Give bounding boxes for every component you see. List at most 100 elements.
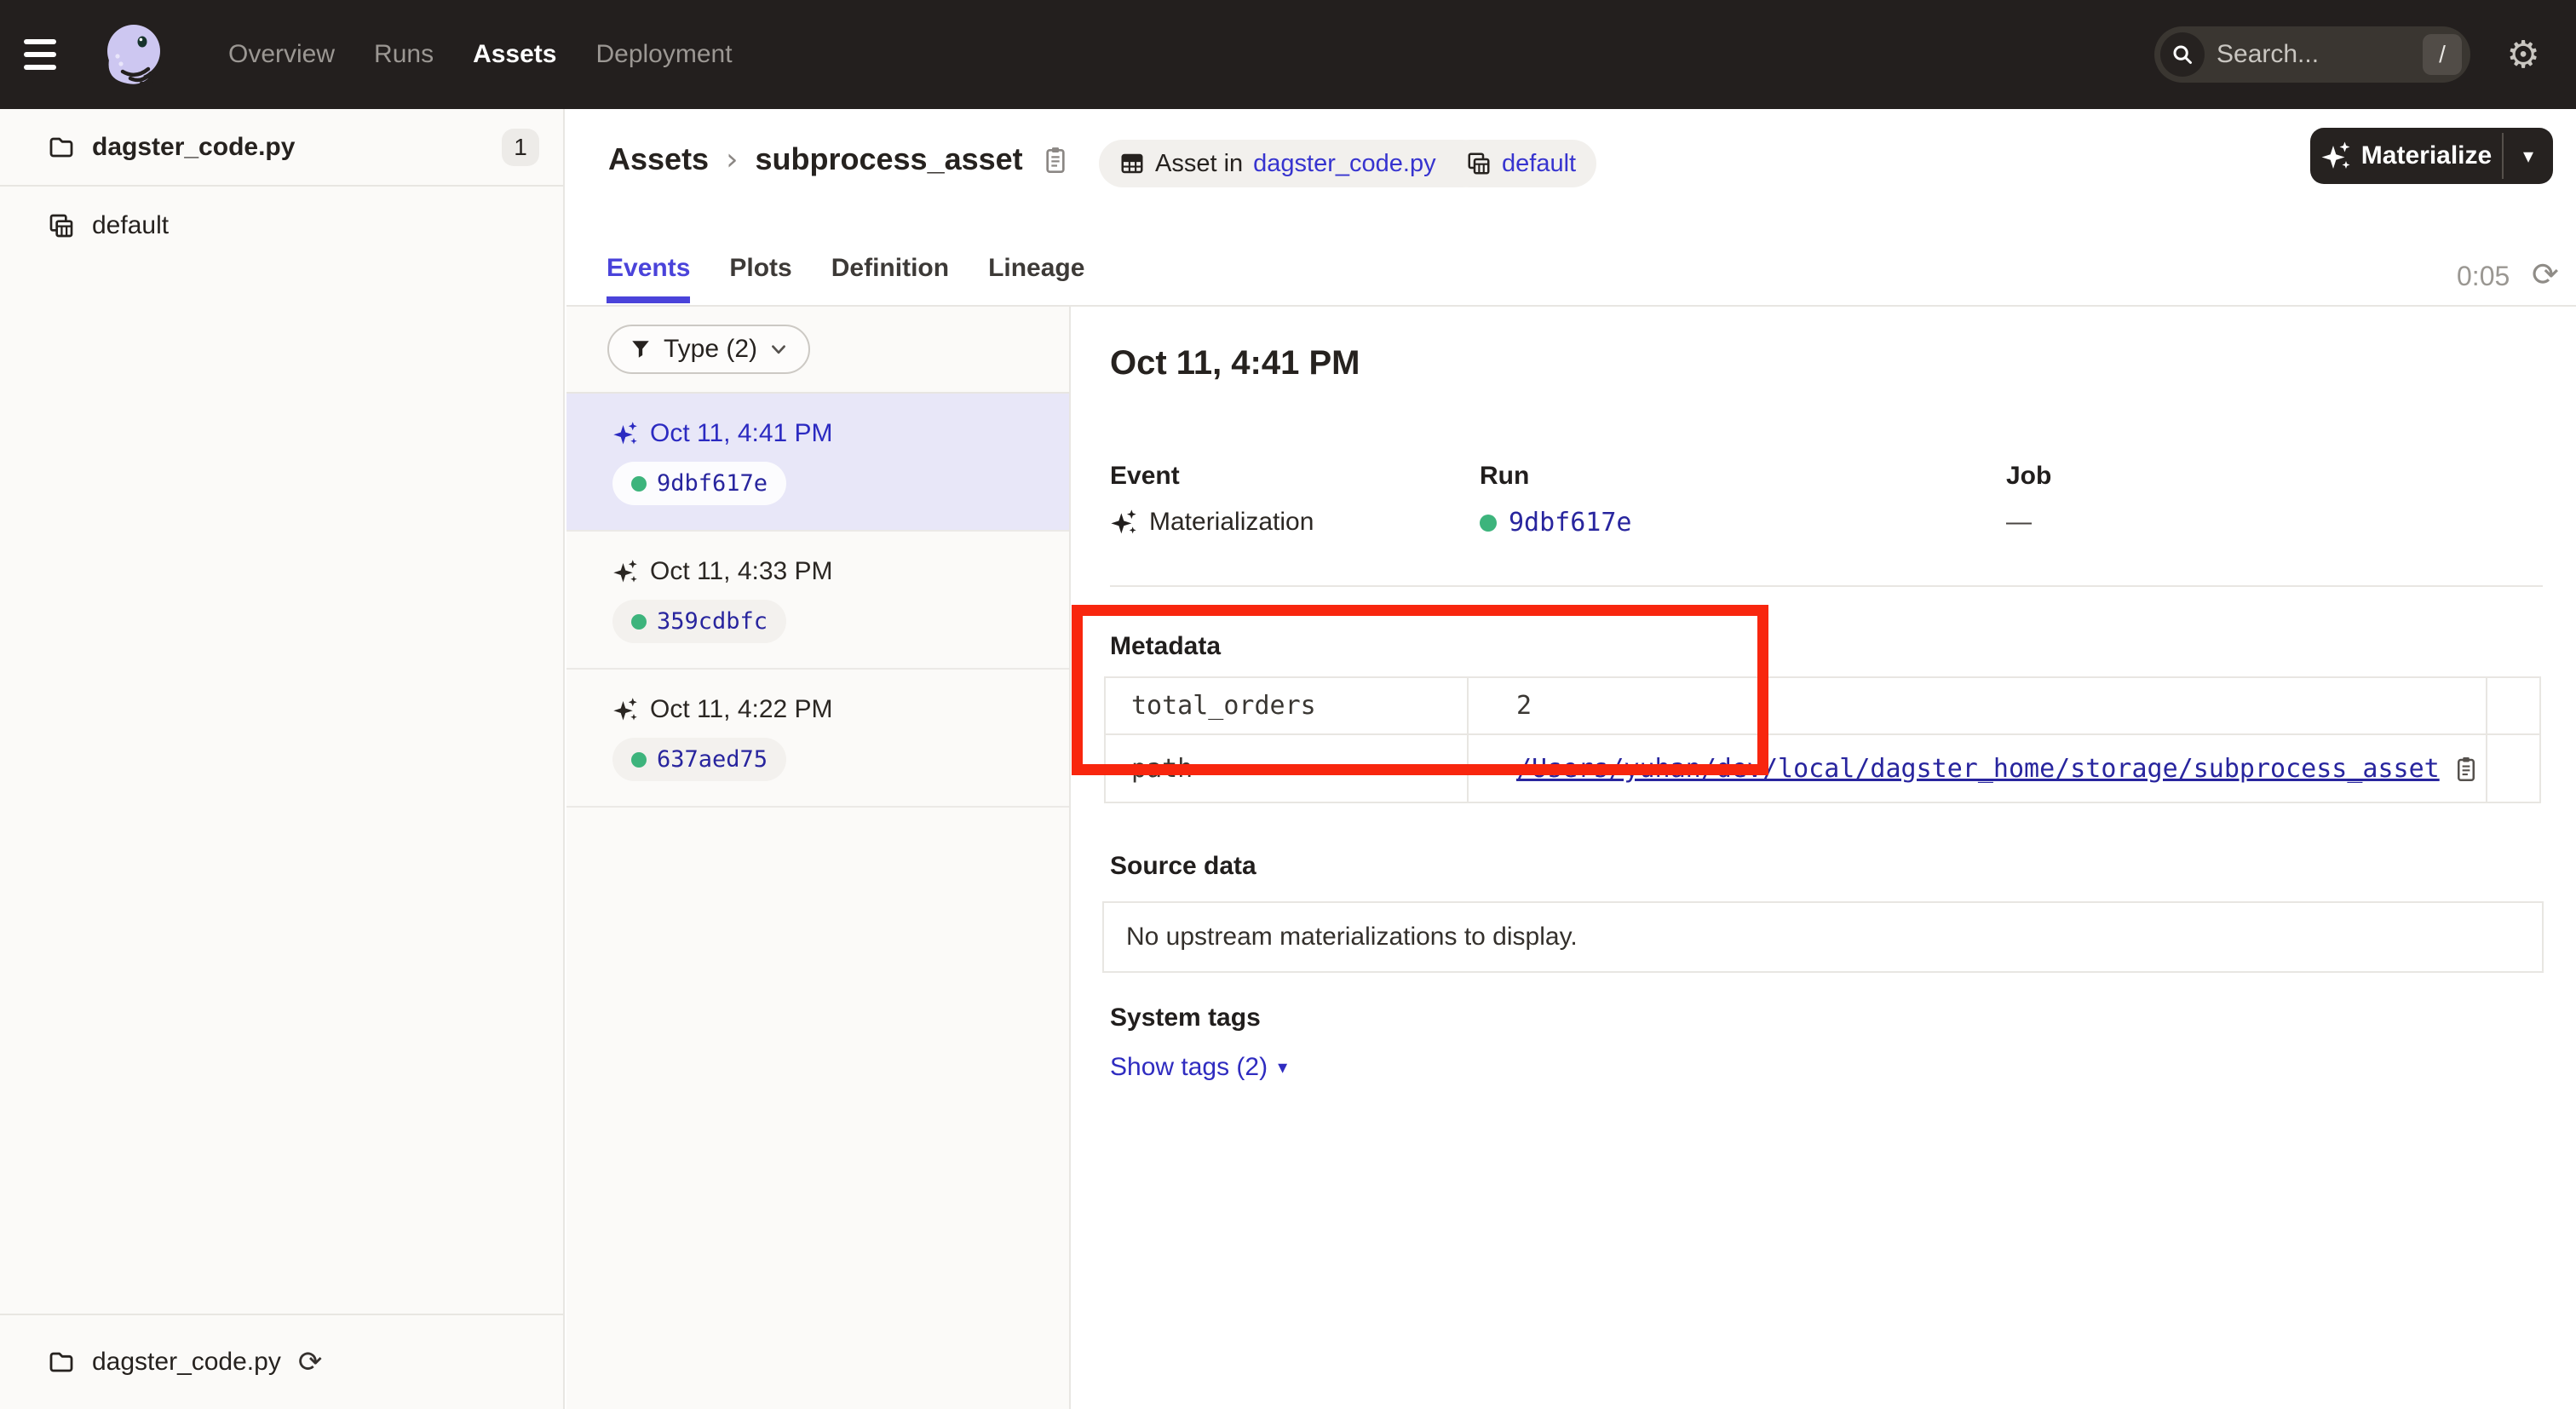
nav-item-overview[interactable]: Overview bbox=[228, 40, 335, 69]
repository-label: default bbox=[92, 211, 169, 240]
source-data-heading: Source data bbox=[1110, 852, 1256, 881]
settings-gear-icon[interactable]: ⚙ bbox=[2470, 33, 2576, 77]
search-icon bbox=[2160, 32, 2205, 77]
metadata-table: total_orders 2 path /Users/yuhan/dev/loc… bbox=[1104, 676, 2541, 803]
breadcrumb: Assets › subprocess_asset bbox=[608, 141, 1069, 177]
materialize-button[interactable]: Materialize bbox=[2310, 128, 2502, 184]
job-column: Job — bbox=[2006, 462, 2051, 537]
run-success-dot bbox=[631, 614, 647, 630]
repository-icon bbox=[1466, 151, 1492, 176]
type-filter-button[interactable]: Type (2) bbox=[607, 325, 810, 374]
nav-item-assets[interactable]: Assets bbox=[473, 40, 556, 69]
metadata-extra-cell bbox=[2487, 678, 2539, 735]
tab-lineage[interactable]: Lineage bbox=[988, 254, 1084, 303]
event-detail-title: Oct 11, 4:41 PM bbox=[1110, 344, 1360, 382]
run-badge[interactable]: 9dbf617e bbox=[612, 462, 786, 505]
run-id-link[interactable]: 9dbf617e bbox=[1509, 508, 1632, 538]
run-column-header: Run bbox=[1480, 462, 1632, 491]
dagster-logo[interactable] bbox=[104, 22, 167, 87]
asset-count-badge: 1 bbox=[502, 129, 539, 166]
tab-plots[interactable]: Plots bbox=[729, 254, 791, 303]
tab-definition[interactable]: Definition bbox=[831, 254, 949, 303]
materialization-sparkle-icon bbox=[612, 559, 638, 584]
run-column: Run 9dbf617e bbox=[1480, 462, 1632, 538]
asset-sidebar: dagster_code.py 1 default dagster_code.p… bbox=[0, 109, 565, 1409]
breadcrumb-assets-link[interactable]: Assets bbox=[608, 141, 709, 177]
run-success-dot bbox=[631, 476, 647, 492]
nav-item-deployment[interactable]: Deployment bbox=[595, 40, 732, 69]
nav-menu: Overview Runs Assets Deployment bbox=[228, 40, 733, 69]
repository-default-link[interactable]: default bbox=[1502, 150, 1576, 178]
metadata-key-cell: path bbox=[1106, 735, 1469, 802]
search-box[interactable]: / bbox=[2154, 26, 2470, 83]
show-tags-label: Show tags (2) bbox=[1110, 1053, 1268, 1082]
sidebar-item-repository-default[interactable]: default bbox=[0, 187, 563, 265]
run-id-link[interactable]: 637aed75 bbox=[657, 746, 768, 773]
run-id-link[interactable]: 9dbf617e bbox=[657, 470, 768, 497]
sparkle-icon bbox=[2320, 141, 2351, 171]
run-badge[interactable]: 359cdbfc bbox=[612, 600, 786, 643]
show-tags-toggle[interactable]: Show tags (2) ▾ bbox=[1110, 1053, 1287, 1082]
repository-icon bbox=[48, 212, 75, 239]
tab-events[interactable]: Events bbox=[607, 254, 690, 303]
event-list-item[interactable]: Oct 11, 4:41 PM 9dbf617e bbox=[566, 394, 1069, 532]
code-location-link[interactable]: dagster_code.py bbox=[1253, 150, 1435, 178]
run-success-dot bbox=[631, 752, 647, 768]
event-timestamp: Oct 11, 4:22 PM bbox=[650, 695, 833, 724]
reload-code-location-icon[interactable]: ⟳ bbox=[298, 1348, 323, 1377]
job-empty-value: — bbox=[2006, 508, 2032, 537]
nav-item-runs[interactable]: Runs bbox=[374, 40, 434, 69]
folder-icon bbox=[48, 134, 75, 161]
run-badge[interactable]: 637aed75 bbox=[612, 738, 786, 781]
table-grid-icon bbox=[1119, 151, 1145, 176]
materialization-sparkle-icon bbox=[1110, 509, 1137, 536]
metadata-value-cell: /Users/yuhan/dev/local/dagster_home/stor… bbox=[1469, 735, 2487, 802]
event-column-header: Event bbox=[1110, 462, 1314, 491]
search-input[interactable] bbox=[2205, 40, 2423, 69]
metadata-key-cell: total_orders bbox=[1106, 678, 1469, 735]
footer-code-location-label: dagster_code.py bbox=[92, 1348, 281, 1377]
event-timestamp: Oct 11, 4:41 PM bbox=[650, 419, 833, 448]
section-divider bbox=[1110, 585, 2543, 587]
asset-in-prefix: Asset in bbox=[1155, 150, 1243, 178]
metadata-heading: Metadata bbox=[1110, 632, 1221, 661]
materialization-sparkle-icon bbox=[612, 421, 638, 446]
code-location-label: dagster_code.py bbox=[92, 133, 295, 162]
top-nav: Overview Runs Assets Deployment / ⚙ bbox=[0, 0, 2576, 109]
materialize-label: Materialize bbox=[2361, 141, 2492, 170]
events-filter-bar: Type (2) bbox=[566, 307, 1069, 394]
source-data-box: No upstream materializations to display. bbox=[1102, 901, 2544, 973]
run-success-dot bbox=[1480, 515, 1497, 532]
refresh-page-icon[interactable]: ⟳ bbox=[2532, 256, 2559, 293]
copy-asset-name-icon[interactable] bbox=[1042, 144, 1069, 175]
type-filter-label: Type (2) bbox=[664, 335, 757, 364]
copy-path-icon[interactable] bbox=[2453, 754, 2479, 783]
job-column-header: Job bbox=[2006, 462, 2051, 491]
event-column: Event Materialization bbox=[1110, 462, 1314, 537]
materialize-dropdown-caret[interactable]: ▾ bbox=[2504, 128, 2553, 184]
sidebar-footer-code-location[interactable]: dagster_code.py ⟳ bbox=[0, 1314, 563, 1409]
folder-icon bbox=[48, 1349, 75, 1376]
metadata-extra-cell bbox=[2487, 735, 2539, 802]
event-timestamp: Oct 11, 4:33 PM bbox=[650, 557, 833, 586]
chevron-down-icon bbox=[769, 340, 788, 359]
hamburger-menu-icon[interactable] bbox=[24, 29, 75, 80]
sidebar-item-code-location[interactable]: dagster_code.py 1 bbox=[0, 109, 563, 187]
caret-down-icon: ▾ bbox=[1278, 1057, 1287, 1078]
breadcrumb-separator-icon: › bbox=[726, 142, 738, 177]
slash-shortcut-key: / bbox=[2423, 34, 2462, 75]
event-list-item[interactable]: Oct 11, 4:22 PM 637aed75 bbox=[566, 670, 1069, 808]
asset-in-code-location-badge[interactable]: Asset in dagster_code.py ⟳ bbox=[1099, 140, 1486, 187]
source-data-empty-message: No upstream materializations to display. bbox=[1126, 923, 1578, 952]
asset-name-title: subprocess_asset bbox=[755, 141, 1022, 177]
events-list-panel: Type (2) Oct 11, 4:41 PM 9dbf617e bbox=[566, 307, 1071, 1409]
metadata-value-cell: 2 bbox=[1469, 678, 2487, 735]
repository-default-badge[interactable]: default bbox=[1446, 140, 1596, 187]
asset-tabs: Events Plots Definition Lineage bbox=[607, 254, 1084, 303]
refresh-countdown: 0:05 bbox=[2457, 261, 2510, 292]
path-link[interactable]: /Users/yuhan/dev/local/dagster_home/stor… bbox=[1469, 754, 2440, 784]
run-id-link[interactable]: 359cdbfc bbox=[657, 608, 768, 635]
materialize-split-button: Materialize ▾ bbox=[2310, 128, 2553, 184]
event-list-item[interactable]: Oct 11, 4:33 PM 359cdbfc bbox=[566, 532, 1069, 670]
funnel-icon bbox=[630, 338, 652, 360]
